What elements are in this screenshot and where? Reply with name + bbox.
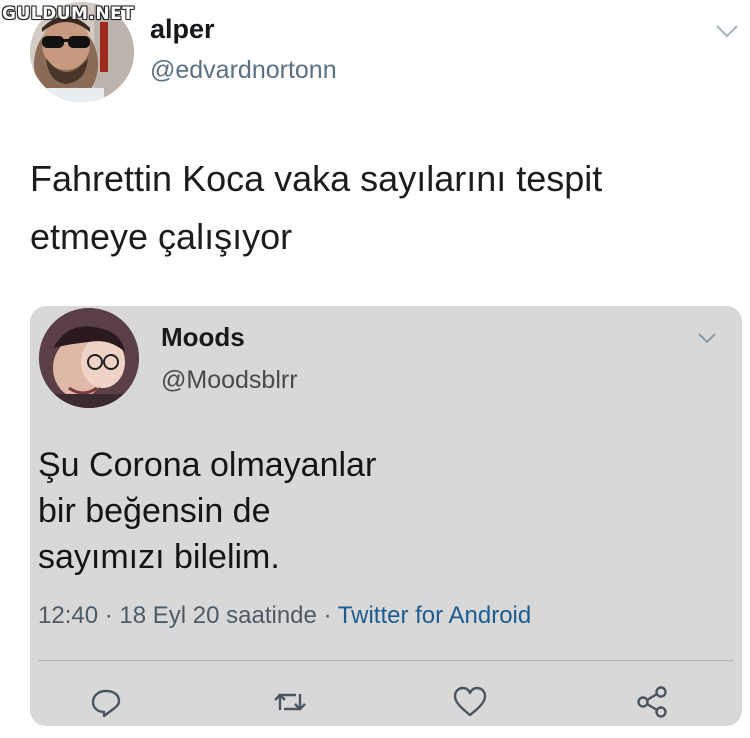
share-icon (637, 686, 667, 718)
quoted-tweet-text: Şu Corona olmayanlar bir beğensin de say… (38, 446, 377, 576)
tweet-meta: 12:40 · 18 Eyl 20 saatinde · Twitter for… (38, 602, 531, 630)
watermark: GULDUM.NET (2, 4, 135, 24)
tweet-time: 12:40 (38, 602, 99, 629)
like-button[interactable] (452, 684, 488, 720)
share-button[interactable] (634, 684, 670, 720)
quoted-avatar-image (39, 308, 139, 408)
reply-button[interactable] (88, 684, 124, 720)
reply-icon (91, 689, 121, 718)
divider (38, 660, 734, 661)
quoted-display-name[interactable]: Moods (161, 322, 245, 353)
tweet-text: Fahrettin Koca vaka sayılarını tespit et… (30, 158, 603, 257)
quoted-tweet-card[interactable]: Moods @Moodsblrr Şu Corona olmayanlar bi… (30, 306, 742, 726)
meta-separator: · (104, 602, 113, 629)
quoted-user-handle[interactable]: @Moodsblrr (161, 366, 298, 395)
user-handle[interactable]: @edvardnortonn (150, 56, 337, 85)
retweet-button[interactable] (272, 684, 308, 720)
meta-separator: · (323, 602, 332, 629)
tweet-source-link[interactable]: Twitter for Android (338, 602, 531, 629)
tweet-date: 18 Eyl 20 saatinde (119, 602, 317, 629)
chevron-down-icon[interactable] (714, 22, 740, 40)
quoted-avatar[interactable] (39, 308, 139, 408)
retweet-icon (274, 693, 306, 711)
chevron-down-icon[interactable] (696, 330, 718, 346)
display-name[interactable]: alper (150, 14, 215, 45)
heart-icon (453, 686, 487, 717)
